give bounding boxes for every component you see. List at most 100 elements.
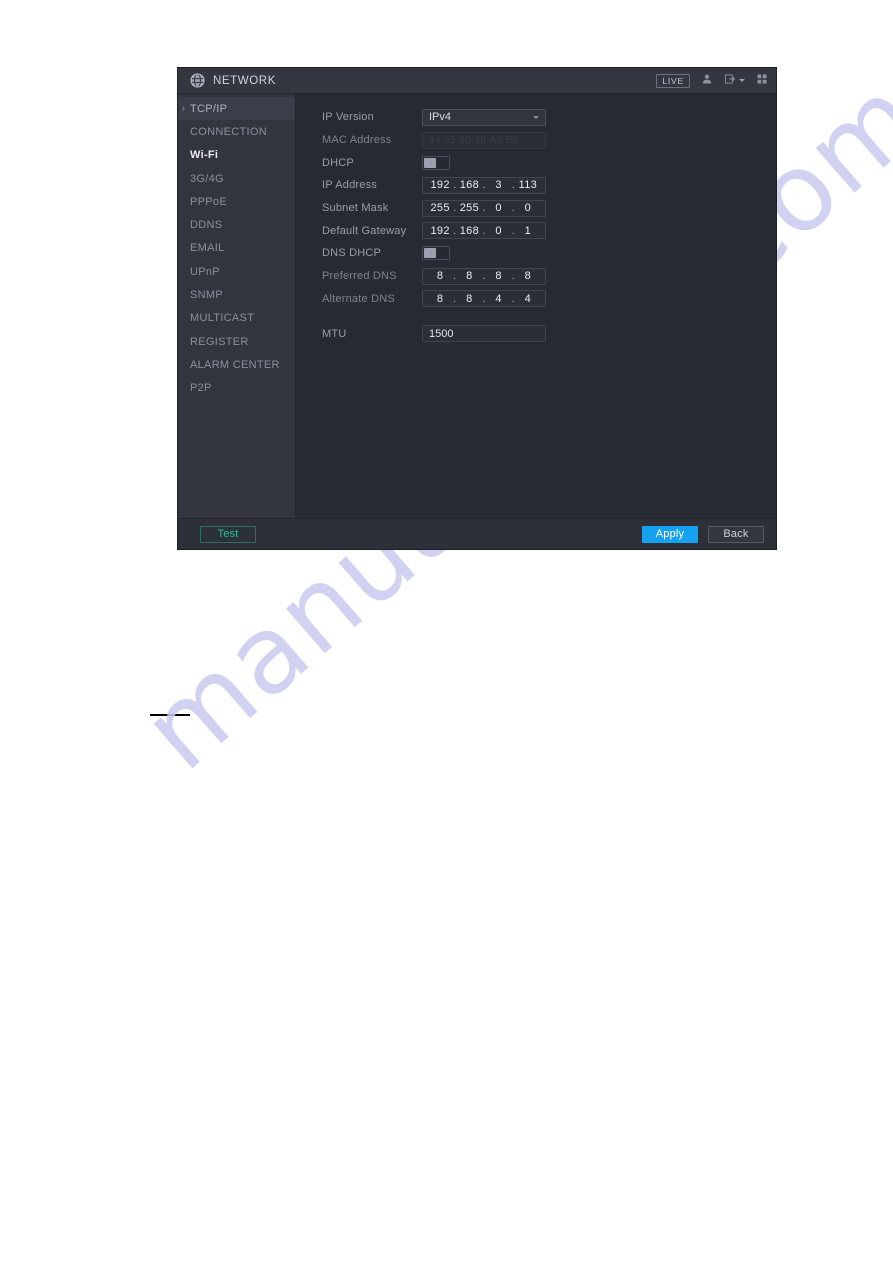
sidebar-item-label: TCP/IP xyxy=(190,102,228,115)
network-settings-dialog: NETWORK LIVE › TCP/IP CONNECTION Wi-Fi 3… xyxy=(178,68,776,549)
form-row-mtu: MTU 1500 xyxy=(322,322,776,345)
ip-version-value: IPv4 xyxy=(429,111,452,124)
default-gateway-label: Default Gateway xyxy=(322,224,407,237)
chevron-right-icon: › xyxy=(182,103,186,114)
globe-network-icon xyxy=(190,73,205,88)
sidebar-item-ddns[interactable]: DDNS xyxy=(178,213,295,236)
sidebar-item-label: REGISTER xyxy=(190,335,249,348)
dialog-title: NETWORK xyxy=(213,74,276,87)
mac-address-field: 34:65:80:38:A3:B0 xyxy=(422,131,546,149)
sidebar-item-label: P2P xyxy=(190,382,212,395)
ip-octet-4[interactable]: 4 xyxy=(516,293,540,305)
sidebar-item-tcpip[interactable]: › TCP/IP xyxy=(178,97,295,121)
dhcp-toggle[interactable] xyxy=(422,155,450,170)
sidebar-item-p2p[interactable]: P2P xyxy=(178,377,295,400)
logout-icon[interactable] xyxy=(724,73,736,88)
form-spacer xyxy=(322,310,776,322)
sidebar-item-3g4g[interactable]: 3G/4G xyxy=(178,167,295,190)
form-row-mac-address: MAC Address 34:65:80:38:A3:B0 xyxy=(322,129,776,152)
logout-menu[interactable] xyxy=(724,73,745,88)
mtu-input[interactable]: 1500 xyxy=(422,325,546,343)
ip-octet-1[interactable]: 192 xyxy=(428,225,452,237)
titlebar-right-group: LIVE xyxy=(656,73,768,88)
mac-address-label: MAC Address xyxy=(322,134,392,147)
dns-dhcp-label: DNS DHCP xyxy=(322,247,382,260)
sidebar-item-label: ALARM CENTER xyxy=(190,358,280,371)
sidebar-item-label: PPPoE xyxy=(190,195,227,208)
preferred-dns-label: Preferred DNS xyxy=(322,270,397,283)
ip-octet-3[interactable]: 0 xyxy=(487,225,511,237)
settings-sidebar: › TCP/IP CONNECTION Wi-Fi 3G/4G PPPoE DD… xyxy=(178,94,296,518)
ip-octet-3[interactable]: 0 xyxy=(487,202,511,214)
chevron-down-icon[interactable] xyxy=(739,79,745,82)
ip-octet-3[interactable]: 4 xyxy=(487,293,511,305)
test-button[interactable]: Test xyxy=(200,525,256,543)
alternate-dns-label: Alternate DNS xyxy=(322,292,395,305)
page-horizontal-rule xyxy=(150,714,190,716)
sidebar-item-pppoe[interactable]: PPPoE xyxy=(178,190,295,213)
sidebar-item-wifi[interactable]: Wi-Fi xyxy=(178,144,295,167)
sidebar-item-label: SNMP xyxy=(190,289,223,302)
form-row-dns-dhcp: DNS DHCP xyxy=(322,242,776,265)
form-row-subnet-mask: Subnet Mask 255 . 255 . 0 . 0 xyxy=(322,197,776,220)
sidebar-item-snmp[interactable]: SNMP xyxy=(178,283,295,306)
ip-octet-1[interactable]: 255 xyxy=(428,202,452,214)
grid-apps-icon[interactable] xyxy=(756,73,768,88)
ip-octet-4[interactable]: 113 xyxy=(516,179,540,191)
alternate-dns-input[interactable]: 8 . 8 . 4 . 4 xyxy=(422,290,546,308)
ip-octet-1[interactable]: 192 xyxy=(428,179,452,191)
ip-octet-2[interactable]: 168 xyxy=(457,179,481,191)
sidebar-item-label: CONNECTION xyxy=(190,125,267,138)
form-row-dhcp: DHCP xyxy=(322,151,776,174)
ip-octet-1[interactable]: 8 xyxy=(428,293,452,305)
ip-version-select[interactable]: IPv4 xyxy=(422,108,546,126)
mtu-label: MTU xyxy=(322,327,347,340)
ip-octet-2[interactable]: 168 xyxy=(457,225,481,237)
ip-address-input[interactable]: 192 . 168 . 3 . 113 xyxy=(422,176,546,194)
dialog-titlebar: NETWORK LIVE xyxy=(178,68,776,94)
live-button[interactable]: LIVE xyxy=(656,73,690,88)
sidebar-item-upnp[interactable]: UPnP xyxy=(178,260,295,283)
default-gateway-input[interactable]: 192 . 168 . 0 . 1 xyxy=(422,222,546,240)
sidebar-item-multicast[interactable]: MULTICAST xyxy=(178,307,295,330)
ip-octet-2[interactable]: 8 xyxy=(457,270,481,282)
sidebar-item-connection[interactable]: CONNECTION xyxy=(178,120,295,143)
footer-button-group: Apply Back xyxy=(642,525,764,543)
ip-octet-1[interactable]: 8 xyxy=(428,270,452,282)
sidebar-item-label: MULTICAST xyxy=(190,312,255,325)
form-row-default-gateway: Default Gateway 192 . 168 . 0 . 1 xyxy=(322,219,776,242)
sidebar-item-email[interactable]: EMAIL xyxy=(178,237,295,260)
back-button[interactable]: Back xyxy=(708,525,764,543)
apply-button[interactable]: Apply xyxy=(642,525,698,543)
sidebar-item-label: Wi-Fi xyxy=(190,149,219,162)
dhcp-label: DHCP xyxy=(322,156,354,169)
form-row-alternate-dns: Alternate DNS 8 . 8 . 4 . 4 xyxy=(322,288,776,311)
subnet-mask-input[interactable]: 255 . 255 . 0 . 0 xyxy=(422,199,546,217)
sidebar-item-label: 3G/4G xyxy=(190,172,224,185)
ip-octet-4[interactable]: 0 xyxy=(516,202,540,214)
sidebar-item-alarm-center[interactable]: ALARM CENTER xyxy=(178,353,295,376)
ip-octet-3[interactable]: 8 xyxy=(487,270,511,282)
user-icon[interactable] xyxy=(701,73,713,88)
ip-version-label: IP Version xyxy=(322,111,374,124)
subnet-mask-label: Subnet Mask xyxy=(322,202,389,215)
titlebar-left-group: NETWORK xyxy=(190,73,656,88)
ip-octet-2[interactable]: 8 xyxy=(457,293,481,305)
dns-dhcp-toggle[interactable] xyxy=(422,246,450,261)
sidebar-item-label: UPnP xyxy=(190,265,220,278)
ip-octet-3[interactable]: 3 xyxy=(487,179,511,191)
sidebar-item-label: EMAIL xyxy=(190,242,225,255)
ip-octet-4[interactable]: 1 xyxy=(516,225,540,237)
form-row-ip-address: IP Address 192 . 168 . 3 . 113 xyxy=(322,174,776,197)
ip-address-label: IP Address xyxy=(322,179,377,192)
form-row-ip-version: IP Version IPv4 xyxy=(322,106,776,129)
ip-octet-2[interactable]: 255 xyxy=(457,202,481,214)
form-row-preferred-dns: Preferred DNS 8 . 8 . 8 . 8 xyxy=(322,265,776,288)
sidebar-item-label: DDNS xyxy=(190,219,223,232)
toggle-knob xyxy=(424,157,436,168)
dialog-footer: Test Apply Back xyxy=(178,518,776,549)
ip-octet-4[interactable]: 8 xyxy=(516,270,540,282)
preferred-dns-input[interactable]: 8 . 8 . 8 . 8 xyxy=(422,267,546,285)
sidebar-item-register[interactable]: REGISTER xyxy=(178,330,295,353)
toggle-knob xyxy=(424,248,436,259)
